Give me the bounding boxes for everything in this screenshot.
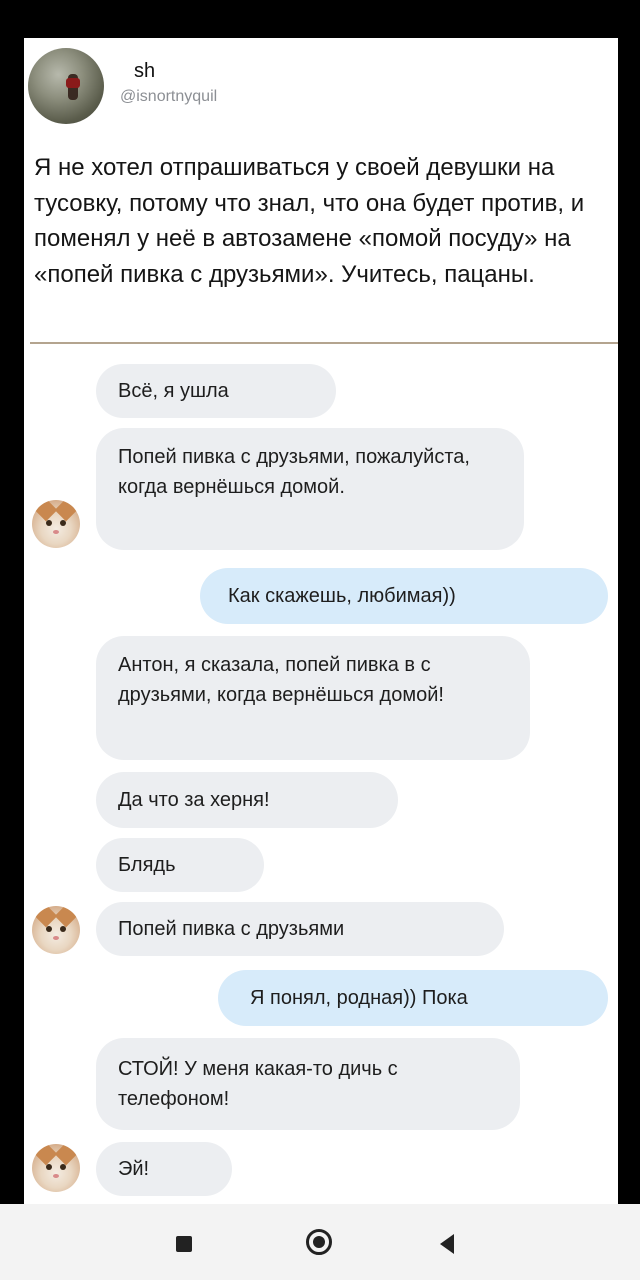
incoming-message: Попей пивка с друзьями	[96, 902, 504, 956]
outgoing-message: Я понял, родная)) Пока	[218, 970, 608, 1026]
contact-avatar[interactable]	[32, 906, 80, 954]
incoming-message: Антон, я сказала, попей пивка в с друзья…	[96, 636, 530, 760]
contact-avatar[interactable]	[32, 500, 80, 548]
incoming-message: Блядь	[96, 838, 264, 892]
incoming-message: Эй!	[96, 1142, 232, 1196]
tweet-author-handle[interactable]: @isnortnyquil	[120, 88, 217, 106]
incoming-message: Всё, я ушла	[96, 364, 336, 418]
divider	[30, 342, 618, 344]
avatar-figure-shirt	[66, 78, 80, 88]
back-icon[interactable]	[440, 1234, 454, 1254]
recent-apps-icon[interactable]	[176, 1236, 192, 1252]
incoming-message: СТОЙ! У меня какая-то дичь с телефоном!	[96, 1038, 520, 1130]
incoming-message: Да что за херня!	[96, 772, 398, 828]
profile-avatar[interactable]	[28, 48, 104, 124]
outgoing-message: Как скажешь, любимая))	[200, 568, 608, 624]
tweet-screenshot: sh @isnortnyquil Я не хотел отпрашиватьс…	[24, 38, 618, 1204]
android-nav-bar	[0, 1204, 640, 1280]
contact-avatar[interactable]	[32, 1144, 80, 1192]
home-icon[interactable]	[306, 1229, 332, 1255]
tweet-text: Я не хотел отпрашиваться у своей девушки…	[34, 154, 585, 288]
tweet-author-name[interactable]: sh	[134, 60, 155, 83]
incoming-message: Попей пивка с друзьями, пожалуйста, когд…	[96, 428, 524, 550]
